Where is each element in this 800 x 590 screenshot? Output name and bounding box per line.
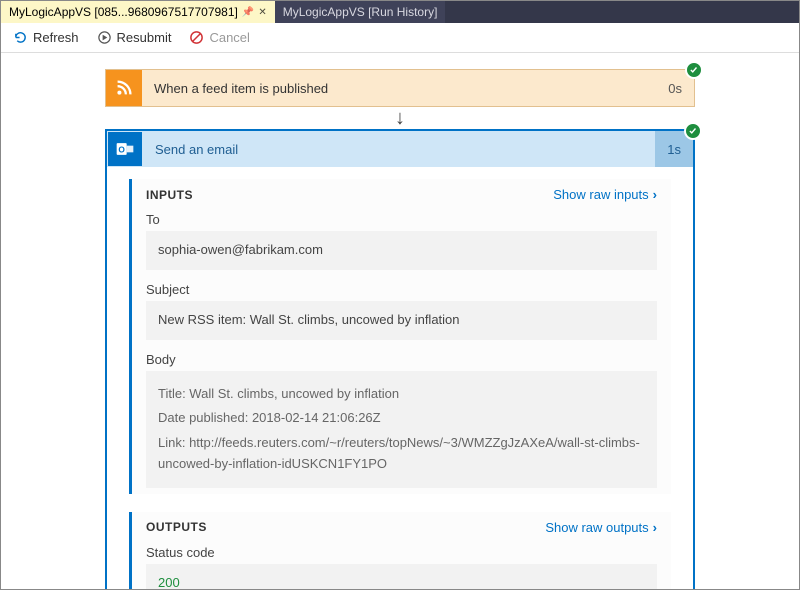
inputs-section: INPUTS Show raw inputs › To sophia-owen@… xyxy=(129,179,671,494)
arrow-down-icon: ↓ xyxy=(1,109,799,127)
outlook-icon: O xyxy=(108,132,142,166)
outputs-section: OUTPUTS Show raw outputs › Status code 2… xyxy=(129,512,671,589)
raw-inputs-label: Show raw inputs xyxy=(553,187,648,202)
tab-inactive[interactable]: MyLogicAppVS [Run History] xyxy=(275,1,446,23)
body-line: Date published: 2018-02-14 21:06:26Z xyxy=(158,408,645,429)
tab-inactive-label: MyLogicAppVS [Run History] xyxy=(283,5,438,19)
resubmit-button[interactable]: Resubmit xyxy=(97,30,172,45)
chevron-right-icon: › xyxy=(653,520,657,535)
action-body: INPUTS Show raw inputs › To sophia-owen@… xyxy=(107,167,693,589)
body-line: Title: Wall St. climbs, uncowed by infla… xyxy=(158,384,645,405)
cancel-icon xyxy=(189,30,204,45)
body-label: Body xyxy=(146,352,657,367)
refresh-label: Refresh xyxy=(33,30,79,45)
action-title: Send an email xyxy=(143,142,655,157)
content-area: When a feed item is published 0s ↓ O Sen… xyxy=(1,53,799,589)
inputs-heading: INPUTS xyxy=(146,188,193,202)
refresh-icon xyxy=(13,30,28,45)
cancel-label: Cancel xyxy=(209,30,249,45)
status-value: 200 xyxy=(146,564,657,589)
success-badge-icon xyxy=(684,122,702,140)
tab-bar: MyLogicAppVS [085...96809675177079​81] 📌… xyxy=(1,1,799,23)
body-line: Link: http://feeds.reuters.com/~r/reuter… xyxy=(158,433,645,475)
action-header[interactable]: O Send an email 1s xyxy=(107,131,693,167)
trigger-duration: 0s xyxy=(668,81,694,96)
close-icon[interactable]: ✕ xyxy=(258,7,266,18)
to-value: sophia-owen@fabrikam.com xyxy=(146,231,657,270)
success-badge-icon xyxy=(685,61,703,79)
chevron-right-icon: › xyxy=(653,187,657,202)
action-panel: O Send an email 1s INPUTS Show raw input… xyxy=(105,129,695,589)
to-label: To xyxy=(146,212,657,227)
show-raw-inputs-link[interactable]: Show raw inputs › xyxy=(553,187,657,202)
raw-outputs-label: Show raw outputs xyxy=(545,520,648,535)
resubmit-label: Resubmit xyxy=(117,30,172,45)
outputs-heading: OUTPUTS xyxy=(146,520,207,534)
cancel-button: Cancel xyxy=(189,30,249,45)
tab-active[interactable]: MyLogicAppVS [085...96809675177079​81] 📌… xyxy=(1,1,275,23)
tab-active-label: MyLogicAppVS [085...96809675177079​81] xyxy=(9,5,238,19)
body-value: Title: Wall St. climbs, uncowed by infla… xyxy=(146,371,657,488)
rss-icon xyxy=(106,70,142,106)
trigger-title: When a feed item is published xyxy=(142,81,668,96)
subject-label: Subject xyxy=(146,282,657,297)
svg-text:O: O xyxy=(118,144,125,154)
resubmit-icon xyxy=(97,30,112,45)
subject-value: New RSS item: Wall St. climbs, uncowed b… xyxy=(146,301,657,340)
status-label: Status code xyxy=(146,545,657,560)
toolbar: Refresh Resubmit Cancel xyxy=(1,23,799,53)
refresh-button[interactable]: Refresh xyxy=(13,30,79,45)
pin-icon[interactable]: 📌 xyxy=(242,7,254,18)
trigger-card[interactable]: When a feed item is published 0s xyxy=(105,69,695,107)
show-raw-outputs-link[interactable]: Show raw outputs › xyxy=(545,520,657,535)
